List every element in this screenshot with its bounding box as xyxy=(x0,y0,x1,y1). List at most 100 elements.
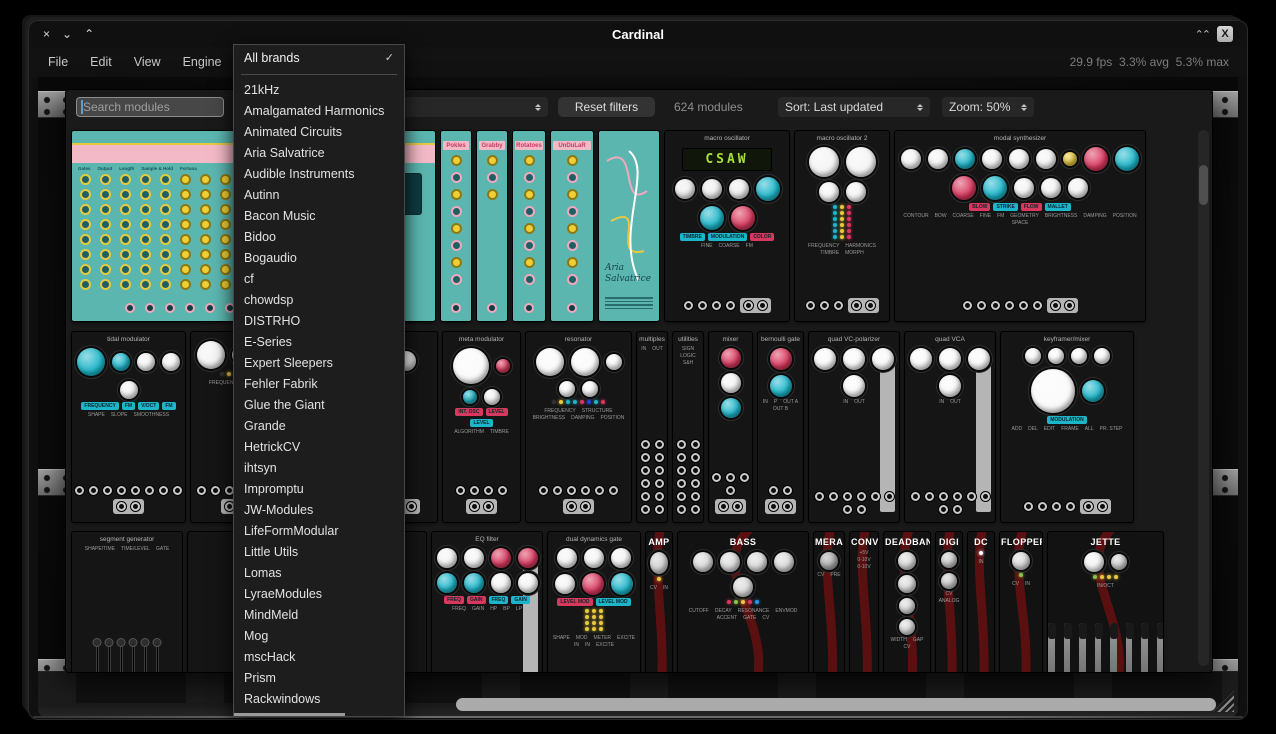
module-card[interactable]: macro oscillator 2FREQUENCYHARMONICSTIMB… xyxy=(795,131,889,321)
module-card[interactable]: UnDuLaR xyxy=(551,131,593,321)
brand-menu-item[interactable]: cf xyxy=(234,269,404,290)
knob xyxy=(582,381,598,397)
brand-menu-item[interactable]: Animated Circuits xyxy=(234,122,404,143)
browser-vertical-scrollbar[interactable] xyxy=(1198,130,1209,666)
module-card[interactable]: macro oscillatorCSAWTIMBREMODULATIONCOLO… xyxy=(665,131,789,321)
module-card[interactable]: quad VCAINOUT xyxy=(905,332,995,522)
brand-menu-item[interactable]: E-Series xyxy=(234,332,404,353)
knob xyxy=(180,189,191,200)
scrollbar-thumb[interactable] xyxy=(1199,165,1208,205)
brand-menu-item[interactable]: DISTRHO xyxy=(234,311,404,332)
rack-horizontal-scrollbar[interactable] xyxy=(456,698,1216,711)
brand-menu-item[interactable]: Prism xyxy=(234,668,404,689)
brand-menu-item[interactable]: Bacon Music xyxy=(234,206,404,227)
brand-menu-item[interactable]: Impromptu xyxy=(234,479,404,500)
led-indicator xyxy=(840,211,844,215)
menu-item-edit[interactable]: Edit xyxy=(79,51,123,73)
module-card[interactable]: DIGICVANALOG xyxy=(936,532,962,672)
reset-filters-button[interactable]: Reset filters xyxy=(558,97,655,117)
module-card[interactable]: segment generatorSHAPE/TIMETIME/LEVELGAT… xyxy=(72,532,182,672)
brand-menu-item[interactable]: Bidoo xyxy=(234,227,404,248)
brand-menu-item[interactable]: JW-Modules xyxy=(234,500,404,521)
knob xyxy=(80,264,91,275)
param-label: FREQ xyxy=(452,606,466,612)
brand-menu-item[interactable]: Rackwindows xyxy=(234,689,404,710)
jack xyxy=(939,505,948,514)
module-card[interactable]: JETTEIN/OCT xyxy=(1048,532,1163,672)
module-card[interactable]: bernoulli gateINPOUT AOUT B xyxy=(758,332,803,522)
param-label: FREQUENCY xyxy=(808,243,839,249)
brand-menu-item[interactable]: Expert Sleepers xyxy=(234,353,404,374)
knob xyxy=(567,189,578,200)
brand-menu-item[interactable]: LyraeModules xyxy=(234,584,404,605)
led-indicator xyxy=(592,609,596,613)
brand-menu-item[interactable]: Audible Instruments xyxy=(234,164,404,185)
brand-menu-item[interactable]: MindMeld xyxy=(234,605,404,626)
knob xyxy=(571,348,599,376)
brand-menu-item[interactable]: HetrickCV xyxy=(234,437,404,458)
module-card[interactable]: DCIN xyxy=(968,532,994,672)
module-title: CONV xyxy=(850,532,878,548)
module-title: BASS xyxy=(678,532,808,548)
module-card[interactable]: mixer xyxy=(709,332,752,522)
module-card[interactable]: AMPCVIN xyxy=(646,532,672,672)
jack xyxy=(744,301,753,310)
module-card[interactable]: keyframer/mixerMODULATIONADDDELEDITFRAME… xyxy=(1001,332,1133,522)
module-card[interactable]: CONV+5V0-10V0-10V xyxy=(850,532,878,672)
brand-menu-item[interactable]: Autinn xyxy=(234,185,404,206)
brand-menu-item[interactable]: mscHack xyxy=(234,647,404,668)
search-input[interactable] xyxy=(76,97,224,117)
knob xyxy=(1025,348,1041,364)
brand-menu-item[interactable]: Little Utils xyxy=(234,542,404,563)
brand-menu-item[interactable]: ihtsyn xyxy=(234,458,404,479)
param-label: FRAME xyxy=(1061,426,1079,432)
module-card[interactable]: FLOPPERCVIN xyxy=(1000,532,1042,672)
module-card[interactable]: resonatorFREQUENCYSTRUCTUREBRIGHTNESSDAM… xyxy=(526,332,631,522)
jack xyxy=(783,486,792,495)
module-card[interactable]: dual dynamics gateLEVEL MODLEVEL MODSHAP… xyxy=(548,532,640,672)
module-card[interactable]: tidal modulatorFREQUENCYFMV/OCTFMSHAPESL… xyxy=(72,332,185,522)
param-label-chip: BLOW xyxy=(969,203,990,211)
slider xyxy=(156,639,159,672)
module-card[interactable]: meta modulatorINT. OSCLEVELLEVELALGORITH… xyxy=(443,332,520,522)
brand-menu-item[interactable]: 21kHz xyxy=(234,80,404,101)
menu-item-file[interactable]: File xyxy=(37,51,79,73)
brand-menu-item[interactable]: Mog xyxy=(234,626,404,647)
module-card[interactable]: AriaSalvatrice xyxy=(599,131,659,321)
module-card[interactable]: quad VC-polarizerINOUT xyxy=(809,332,899,522)
brand-menu-item[interactable]: Aria Salvatrice xyxy=(234,143,404,164)
module-card[interactable]: multiplesINOUT xyxy=(637,332,667,522)
knob xyxy=(675,179,695,199)
module-card[interactable]: BASSCUTOFFDECAYRESONANCEENVMODACCENTGATE… xyxy=(678,532,808,672)
menu-item-view[interactable]: View xyxy=(123,51,172,73)
menu-item-engine[interactable]: Engine xyxy=(172,51,233,73)
brand-menu-item[interactable]: chowdsp xyxy=(234,290,404,311)
knob xyxy=(80,219,91,230)
module-title: EQ filter xyxy=(432,532,542,544)
jack xyxy=(655,492,664,501)
module-card[interactable]: Grabby xyxy=(477,131,507,321)
module-card[interactable]: modal synthesizerBLOWSTRIKEFLOWMALLETCON… xyxy=(895,131,1145,321)
brand-menu-item[interactable]: LifeFormModular xyxy=(234,521,404,542)
brand-menu-item-selected[interactable]: All brands ✓ xyxy=(234,45,404,70)
slider xyxy=(1110,623,1117,672)
sort-select[interactable]: Sort: Last updated xyxy=(778,97,930,117)
param-label: BRIGHTNESS xyxy=(1045,213,1078,219)
brand-menu-item[interactable]: Fehler Fabrik xyxy=(234,374,404,395)
brand-menu-item[interactable]: Lomas xyxy=(234,563,404,584)
brand-menu-item[interactable]: Grande xyxy=(234,416,404,437)
module-card[interactable]: EQ filterFREQGAINFREQGAINFREQGAINHPBPLP xyxy=(432,532,542,672)
module-card[interactable]: Pokles xyxy=(441,131,471,321)
module-card[interactable]: DEADBANDWIDTHGAPCV xyxy=(884,532,930,672)
param-label: DECAY xyxy=(715,608,732,614)
module-card[interactable]: MERACVPRE xyxy=(814,532,844,672)
module-card[interactable]: utilitiesSIGNLOGICS&H xyxy=(673,332,703,522)
knob xyxy=(939,348,961,370)
brand-menu-item[interactable]: Amalgamated Harmonics xyxy=(234,101,404,122)
zoom-select[interactable]: Zoom: 50% xyxy=(942,97,1034,117)
brand-menu-item[interactable]: Glue the Giant xyxy=(234,395,404,416)
knob xyxy=(524,223,535,234)
collapse-chevrons-icon[interactable]: ⌃⌃ xyxy=(1195,28,1209,41)
module-card[interactable]: Rotatoes xyxy=(513,131,545,321)
brand-menu-item[interactable]: Bogaudio xyxy=(234,248,404,269)
